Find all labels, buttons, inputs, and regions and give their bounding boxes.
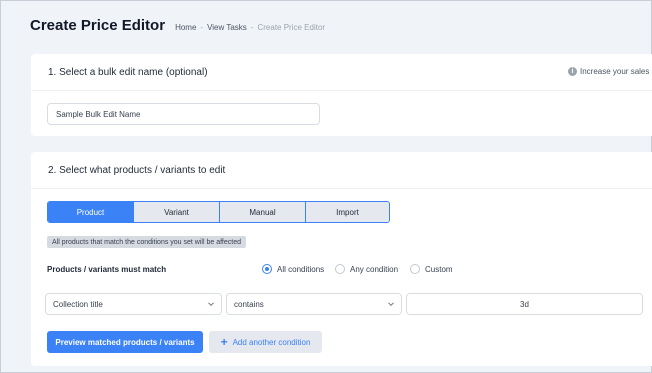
section-title: 1. Select a bulk edit name (optional) — [48, 67, 208, 78]
edit-target-tabs: Product Variant Manual Import — [47, 201, 390, 223]
radio-all-conditions[interactable]: All conditions — [262, 264, 324, 274]
radio-label: Any condition — [350, 264, 399, 274]
page-header: Create Price Editor Home - View Tasks - … — [30, 17, 325, 39]
page-title: Create Price Editor — [30, 17, 166, 34]
match-label: Products / variants must match — [47, 265, 167, 274]
divider — [31, 90, 652, 91]
tab-product[interactable]: Product — [48, 202, 133, 222]
breadcrumb-current: Create Price Editor — [257, 23, 326, 32]
plus-icon: + — [220, 335, 228, 349]
select-products-card: 2. Select what products / variants to ed… — [31, 152, 652, 366]
chevron-down-icon — [208, 302, 214, 307]
breadcrumb-separator: - — [250, 23, 254, 32]
preview-matched-button[interactable]: Preview matched products / variants — [47, 331, 203, 353]
tab-variant[interactable]: Variant — [133, 202, 219, 222]
tab-import[interactable]: Import — [305, 202, 389, 222]
section-title: 2. Select what products / variants to ed… — [48, 165, 226, 176]
condition-operator-select[interactable]: contains — [226, 293, 402, 315]
sales-hint-label: Increase your sales — [580, 67, 650, 76]
condition-field-value: Collection title — [53, 299, 103, 309]
breadcrumb-view-tasks[interactable]: View Tasks — [207, 23, 247, 32]
add-condition-button[interactable]: + Add another condition — [209, 331, 322, 353]
radio-label: Custom — [425, 264, 453, 274]
bulk-edit-name-input[interactable] — [47, 103, 320, 125]
conditions-note: All products that match the conditions y… — [47, 236, 246, 248]
sales-hint[interactable]: i Increase your sales — [568, 67, 649, 76]
condition-value-input[interactable]: 3d — [406, 293, 643, 315]
breadcrumb: Home - View Tasks - Create Price Editor — [175, 23, 325, 32]
radio-button[interactable] — [335, 264, 345, 274]
condition-operator-value: contains — [234, 299, 264, 309]
radio-button-checked[interactable] — [262, 264, 272, 274]
radio-custom[interactable]: Custom — [410, 264, 453, 274]
condition-field-select[interactable]: Collection title — [45, 293, 222, 315]
chevron-down-icon — [388, 302, 394, 307]
breadcrumb-home[interactable]: Home — [175, 23, 196, 32]
add-condition-label: Add another condition — [232, 337, 311, 347]
tab-manual[interactable]: Manual — [219, 202, 305, 222]
bulk-edit-name-card: 1. Select a bulk edit name (optional) i … — [31, 54, 652, 136]
radio-any-condition[interactable]: Any condition — [335, 264, 398, 274]
radio-button[interactable] — [410, 264, 420, 274]
info-icon: i — [568, 67, 577, 76]
breadcrumb-separator: - — [200, 23, 204, 32]
radio-label: All conditions — [277, 264, 325, 274]
condition-value-text: 3d — [520, 299, 529, 309]
divider — [31, 188, 652, 189]
